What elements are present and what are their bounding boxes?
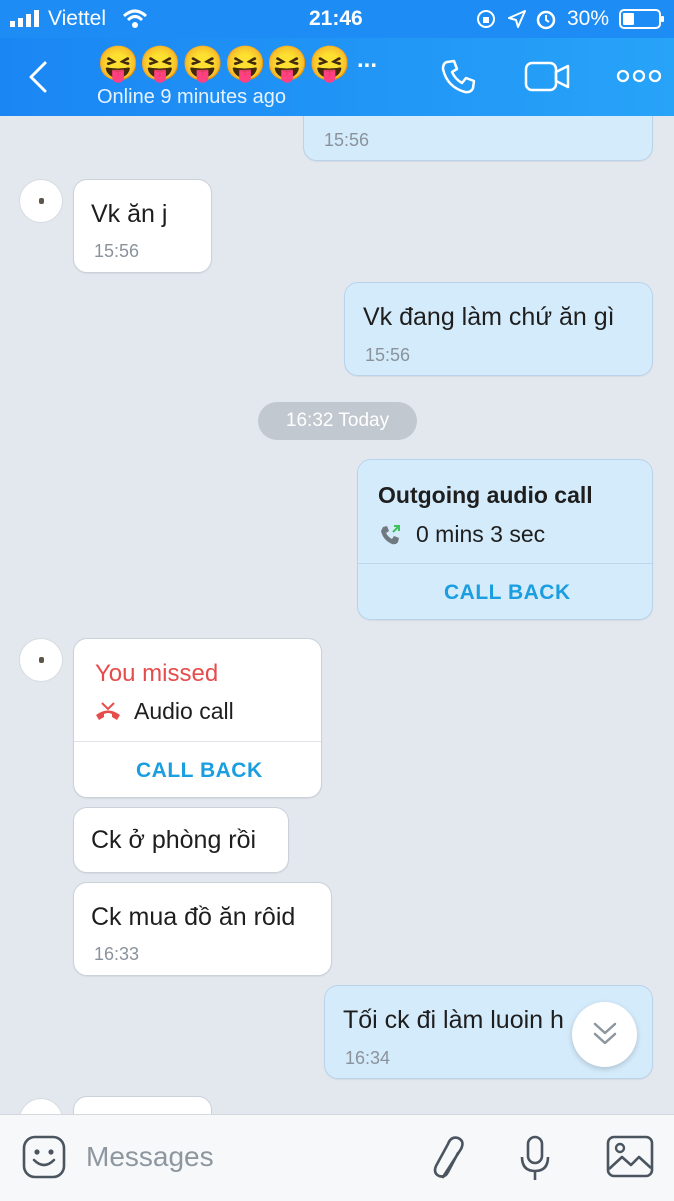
message-text: Vk ăn j (91, 200, 168, 228)
video-camera-icon[interactable] (524, 60, 572, 94)
missed-call-type: Audio call (134, 698, 234, 724)
message-list[interactable]: 15:56 Vk ăn j 15:56 Vk đang làm chứ ăn g… (0, 116, 674, 1114)
contact-name[interactable]: 😝😝😝😝😝😝 (97, 44, 351, 84)
call-back-button[interactable]: CALL BACK (444, 581, 571, 605)
message-time: 15:56 (324, 130, 370, 150)
incoming-message-bubble[interactable]: Ck mua đồ ăn rôid 16:33 (73, 882, 332, 976)
call-back-button[interactable]: CALL BACK (136, 759, 263, 783)
message-time: 15:56 (365, 345, 411, 365)
message-text: Vk đang làm chứ ăn gì (363, 303, 615, 331)
sticker-icon[interactable] (22, 1135, 66, 1179)
microphone-icon[interactable] (519, 1135, 551, 1183)
incoming-message-bubble[interactable]: Vk ăn j 15:56 (73, 179, 212, 273)
message-time: 16:34 (345, 1048, 391, 1068)
alarm-icon (536, 10, 556, 30)
incoming-message-bubble[interactable] (73, 1096, 212, 1114)
clock: 21:46 (309, 7, 363, 30)
battery-percent: 30% (567, 7, 610, 30)
date-separator: 16:32 Today (258, 402, 417, 440)
more-options-icon[interactable] (616, 66, 662, 86)
incoming-message-bubble[interactable]: Ck ở phòng rồi (73, 807, 289, 873)
avatar[interactable] (19, 638, 63, 682)
message-text: Ck ở phòng rồi (91, 826, 257, 854)
location-icon (508, 10, 526, 28)
message-time: 16:33 (94, 944, 140, 964)
outgoing-message-bubble[interactable]: Vk đang làm chứ ăn gì 15:56 (344, 282, 653, 376)
back-arrow-icon[interactable] (26, 60, 50, 94)
call-title: Outgoing audio call (378, 482, 593, 508)
card-divider (358, 563, 652, 564)
missed-call-title: You missed (95, 660, 219, 687)
avatar[interactable] (19, 1098, 63, 1114)
message-text: Tối ck đi làm luoin h (343, 1006, 564, 1034)
presence-status: Online 9 minutes ago (97, 86, 287, 108)
image-icon[interactable] (606, 1135, 654, 1179)
chat-header: 😝😝😝😝😝😝 ... Online 9 minutes ago (0, 38, 674, 116)
signal-icon (10, 10, 39, 27)
outgoing-message-bubble[interactable]: 15:56 (303, 116, 653, 161)
message-time: 15:56 (94, 241, 140, 261)
avatar[interactable] (19, 179, 63, 223)
wifi-icon (122, 9, 148, 28)
missed-call-card: You missed Audio call CALL BACK (73, 638, 322, 798)
carrier-label: Viettel (48, 7, 106, 30)
outgoing-call-card: Outgoing audio call 0 mins 3 sec CALL BA… (357, 459, 653, 620)
message-input[interactable]: Messages (86, 1141, 214, 1173)
battery-icon (619, 9, 664, 29)
paperclip-icon[interactable] (429, 1135, 469, 1183)
orientation-lock-icon (477, 10, 495, 28)
card-divider (74, 741, 321, 742)
scroll-to-bottom-button[interactable] (572, 1002, 637, 1067)
status-bar: Viettel 21:46 30% (0, 0, 674, 38)
double-chevron-down-icon (593, 1022, 617, 1045)
call-duration: 0 mins 3 sec (416, 521, 546, 547)
outgoing-call-icon (381, 525, 400, 545)
message-text: Ck mua đồ ăn rôid (91, 903, 296, 931)
name-ellipsis: ... (357, 46, 378, 73)
composer-bar: Messages (0, 1114, 674, 1201)
missed-call-icon (96, 702, 120, 720)
phone-icon[interactable] (440, 58, 478, 96)
